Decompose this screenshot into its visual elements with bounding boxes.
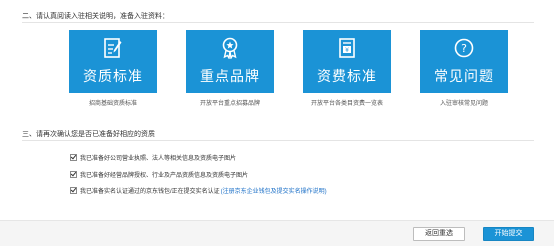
wallet-guide-link[interactable]: (注册京东企业钱包及提交实名操作说明) (221, 186, 327, 195)
footer-bar (0, 220, 554, 246)
card-caption[interactable]: 开放平台各类目资费一览表 (303, 98, 391, 107)
card-fee-standard[interactable]: ¥ 资费标准 (303, 30, 391, 93)
step2-title: 二、请认真阅读入驻相关说明，准备入驻资料： (22, 13, 169, 20)
checkbox-label: 我已准备好公司营业执照、法人等相关信息及资质电子图片 (80, 156, 237, 162)
award-badge-icon (220, 37, 240, 59)
checkbox[interactable] (70, 187, 77, 194)
checkbox[interactable] (70, 154, 77, 161)
checkbox[interactable] (70, 171, 77, 178)
svg-text:¥: ¥ (345, 47, 349, 54)
card-title: 重点品牌 (200, 68, 260, 84)
confirm-item-wallet[interactable]: 我已准备实名认证通过的京东钱包/正在提交实名认证 (注册京东企业钱包及提交实名操… (70, 186, 327, 195)
question-icon: ? (454, 37, 474, 59)
fee-document-icon: ¥ (337, 37, 357, 59)
card-caption[interactable]: 开放平台重点招募品牌 (186, 98, 274, 107)
back-reselect-button[interactable]: 返回重选 (413, 227, 465, 241)
checkbox-label: 我已准备好经营品牌授权、行业及产品资质信息及资质电子图片 (80, 173, 249, 179)
start-submit-button[interactable]: 开始提交 (483, 227, 534, 241)
section-divider (22, 22, 534, 23)
checkbox-label: 我已准备实名认证通过的京东钱包/正在提交实名认证 (80, 189, 220, 195)
step3-title: 三、请再次确认您是否已准备好相应的资质 (22, 131, 155, 138)
svg-text:?: ? (461, 42, 467, 55)
card-qualification-standard[interactable]: 资质标准 (69, 30, 157, 93)
card-caption[interactable]: 入驻审核常见问题 (420, 98, 508, 107)
card-title: 常见问题 (434, 68, 494, 84)
card-title: 资质标准 (83, 68, 143, 84)
confirm-item-brand[interactable]: 我已准备好经营品牌授权、行业及产品资质信息及资质电子图片 (70, 170, 248, 179)
section-divider (22, 140, 534, 141)
card-key-brands[interactable]: 重点品牌 (186, 30, 274, 93)
card-caption[interactable]: 招商基础资质标准 (69, 98, 157, 107)
card-faq[interactable]: ? 常见问题 (420, 30, 508, 93)
card-title: 资费标准 (317, 68, 377, 84)
edit-document-icon (103, 37, 123, 59)
confirm-item-license[interactable]: 我已准备好公司营业执照、法人等相关信息及资质电子图片 (70, 153, 236, 162)
